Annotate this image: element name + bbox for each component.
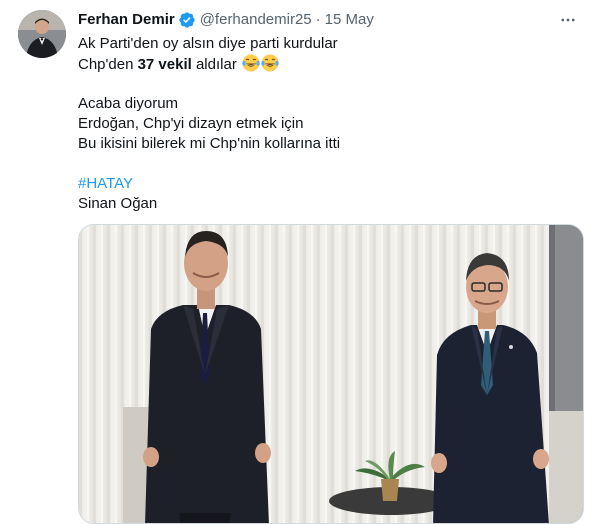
- author-handle[interactable]: @ferhandemir25: [200, 10, 312, 30]
- tweet-header: Ferhan Demir @ferhandemir25 · 15 May: [78, 10, 582, 30]
- tweet[interactable]: Ferhan Demir @ferhandemir25 · 15 May Ak …: [0, 0, 594, 524]
- ellipsis-icon[interactable]: [556, 8, 580, 32]
- tears-of-joy-emoji-icon: [242, 54, 260, 72]
- avatar[interactable]: [18, 10, 66, 58]
- tweet-bold-count: 37 vekil: [137, 56, 192, 73]
- tweet-line-prefix: Chp'den: [78, 56, 138, 73]
- tweet-text: Ak Parti'den oy alsın diye parti kurdula…: [78, 34, 578, 214]
- tweet-line-suffix: aldılar: [191, 56, 237, 73]
- tweet-line: Sinan Oğan: [78, 195, 158, 212]
- hashtag-link[interactable]: #HATAY: [78, 174, 578, 194]
- tweet-line: Chp'den 37 vekil aldılar: [78, 54, 578, 74]
- tweet-line: Erdoğan, Chp'yi dizayn etmek için: [78, 115, 304, 132]
- tweet-line: Bu ikisini bilerek mi Chp'nin kollarına …: [78, 135, 341, 152]
- tweet-line: Acaba diyorum: [78, 95, 179, 112]
- tears-of-joy-emoji-icon: [261, 54, 279, 72]
- verified-badge-icon[interactable]: [178, 11, 196, 29]
- avatar-photo: [18, 10, 66, 58]
- photo-image: [79, 225, 583, 523]
- tweet-date[interactable]: 15 May: [325, 10, 374, 30]
- separator-dot: ·: [315, 11, 321, 28]
- author-name[interactable]: Ferhan Demir: [78, 10, 175, 30]
- tweet-line: Ak Parti'den oy alsın diye parti kurdula…: [78, 35, 338, 52]
- tweet-photo[interactable]: [78, 224, 584, 524]
